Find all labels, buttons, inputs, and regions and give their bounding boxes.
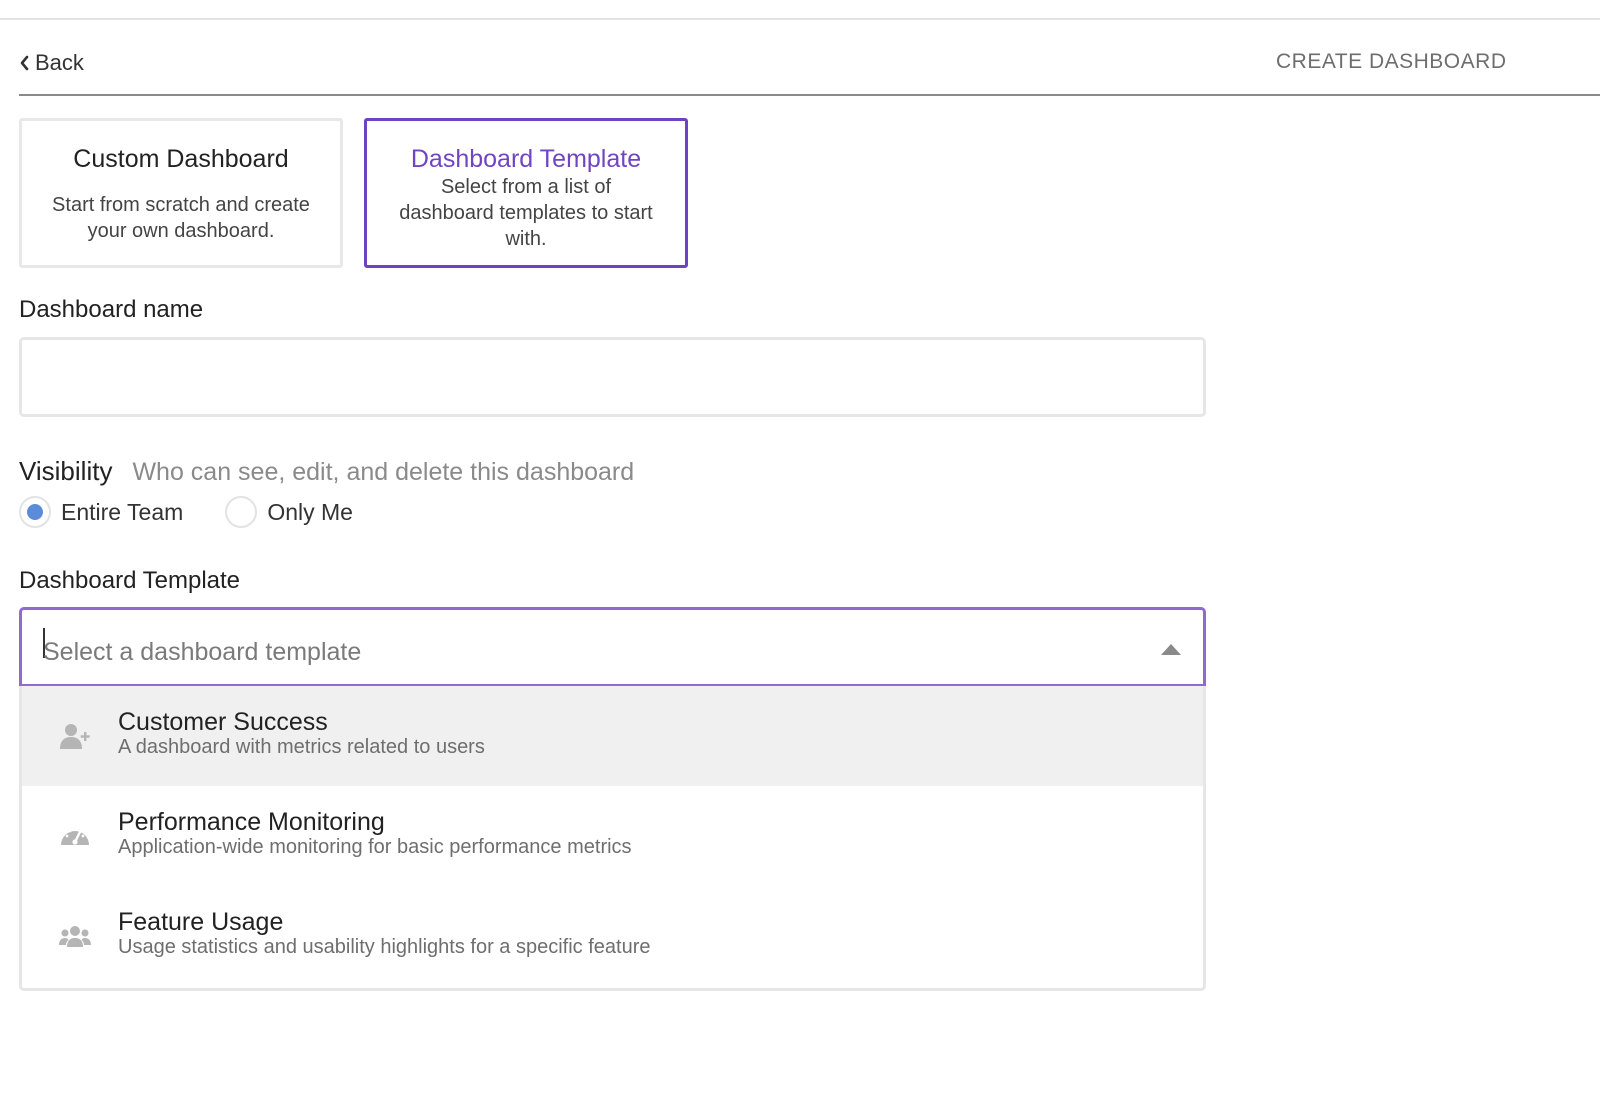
template-option-performance-monitoring[interactable]: Performance Monitoring Application-wide … [22, 786, 1203, 886]
template-option-feature-usage[interactable]: Feature Usage Usage statistics and usabi… [22, 886, 1203, 986]
back-label: Back [35, 50, 84, 75]
option-title: Feature Usage [118, 908, 284, 936]
template-dropdown-menu: Customer Success A dashboard with metric… [19, 686, 1206, 991]
visibility-option-only-me[interactable]: Only Me [225, 496, 353, 528]
custom-dashboard-title: Custom Dashboard [73, 145, 289, 173]
page-title: CREATE DASHBOARD [1276, 50, 1507, 73]
select-placeholder: Select a dashboard template [43, 638, 362, 666]
visibility-radio-group: Entire Team Only Me [19, 496, 395, 528]
option-description: A dashboard with metrics related to user… [118, 736, 485, 758]
back-button[interactable]: Back [19, 50, 84, 76]
visibility-header: Visibility Who can see, edit, and delete… [19, 456, 634, 487]
user-plus-icon [60, 724, 90, 749]
dashboard-template-title: Dashboard Template [410, 145, 642, 173]
option-title: Performance Monitoring [118, 808, 385, 836]
option-description: Usage statistics and usability highlight… [118, 936, 651, 958]
template-option-customer-success[interactable]: Customer Success A dashboard with metric… [22, 686, 1203, 786]
dashboard-template-select[interactable]: Select a dashboard template [19, 607, 1206, 687]
caret-up-icon[interactable] [1161, 643, 1181, 655]
option-title: Customer Success [118, 708, 328, 736]
custom-dashboard-description: Start from scratch and create your own d… [52, 194, 310, 242]
page-header: Back CREATE DASHBOARD [19, 44, 1600, 96]
radio-label: Only Me [267, 498, 353, 525]
visibility-option-entire-team[interactable]: Entire Team [19, 496, 183, 528]
chevron-left-icon [20, 55, 29, 71]
radio-unchecked-icon[interactable] [225, 496, 258, 528]
option-description: Application-wide monitoring for basic pe… [118, 836, 632, 858]
visibility-label: Visibility [19, 456, 113, 486]
radio-label: Entire Team [61, 498, 184, 525]
dashboard-name-input[interactable] [19, 337, 1206, 417]
custom-dashboard-card[interactable]: Custom Dashboard Start from scratch and … [19, 118, 343, 268]
dashboard-template-card[interactable]: Dashboard Template Select from a list of… [364, 118, 688, 268]
users-group-icon [59, 926, 91, 947]
top-divider [0, 18, 1600, 20]
dashboard-template-description: Select from a list of dashboard template… [399, 176, 653, 250]
radio-checked-icon[interactable] [19, 496, 51, 528]
dashboard-name-label: Dashboard name [19, 296, 204, 323]
visibility-hint: Who can see, edit, and delete this dashb… [132, 458, 635, 486]
speedometer-icon [61, 829, 89, 845]
dashboard-template-label: Dashboard Template [19, 567, 241, 594]
